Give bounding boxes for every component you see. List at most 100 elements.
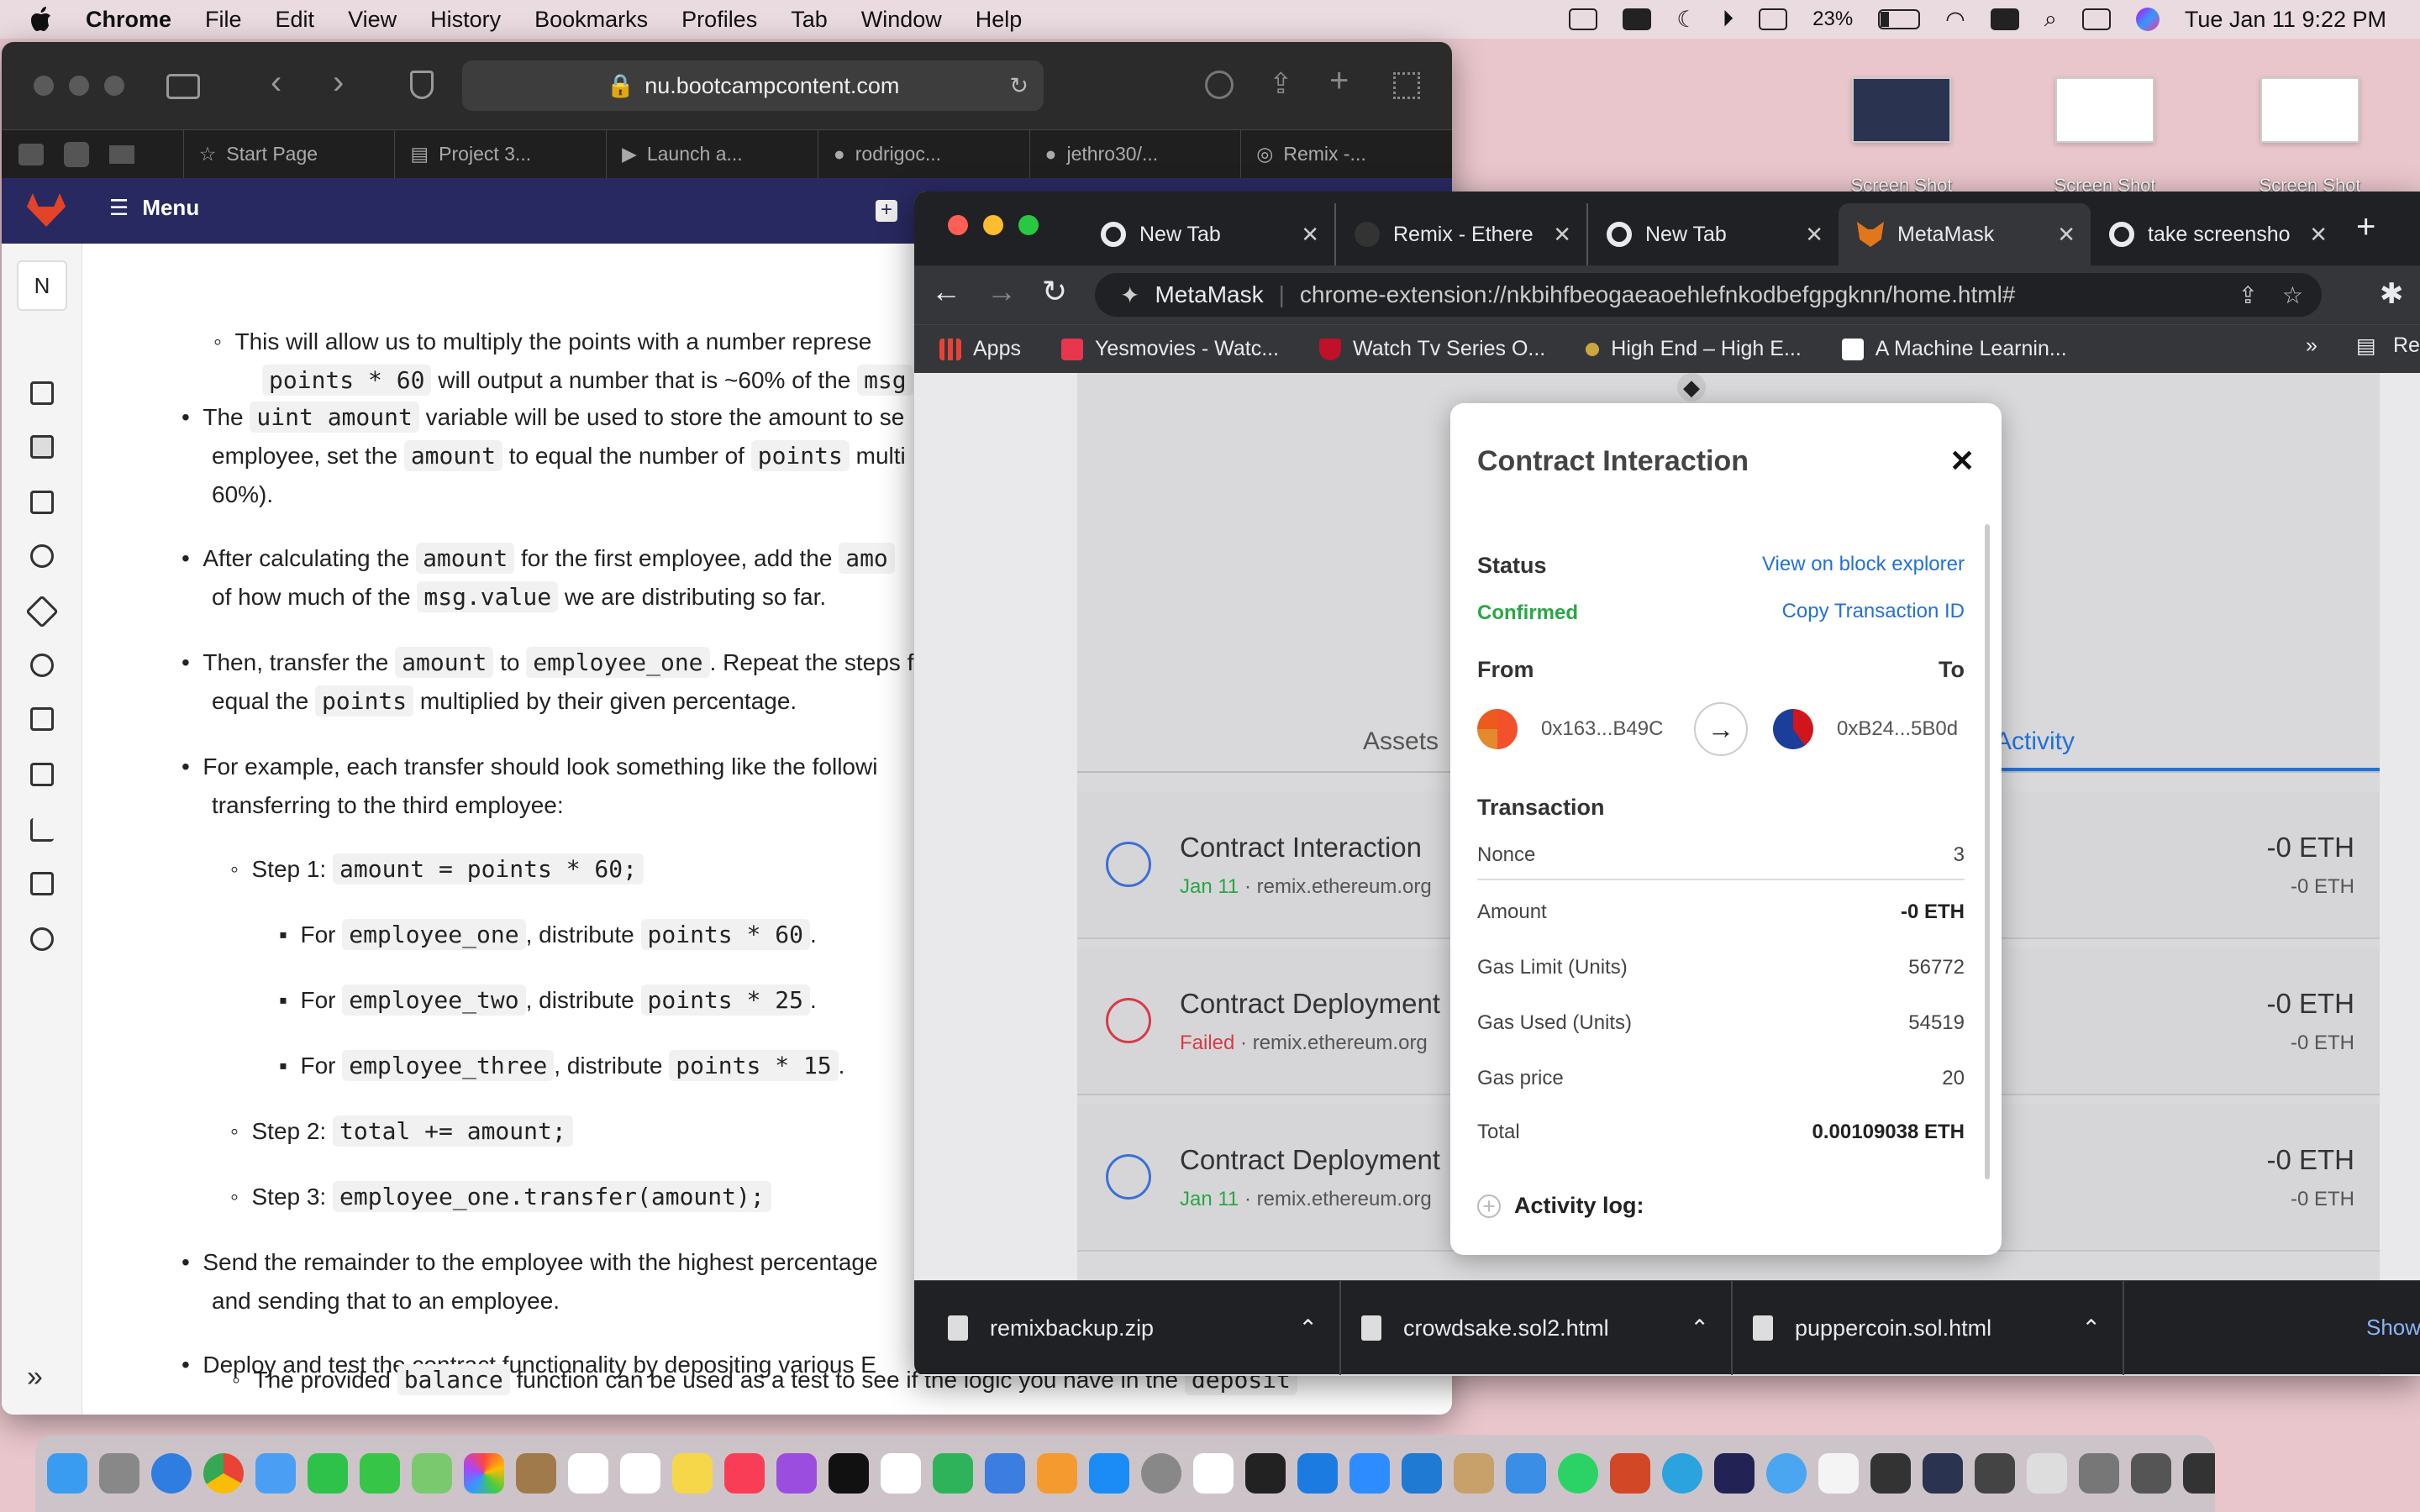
safari-tab[interactable]: ● rodrigoc...	[817, 129, 1029, 179]
whatsapp-icon[interactable]	[1558, 1453, 1598, 1494]
close-tab-icon[interactable]: ✕	[1805, 222, 1823, 248]
desktop-thumbnail[interactable]	[1852, 77, 1951, 143]
window-thumbnail[interactable]	[1870, 1453, 1911, 1494]
maps-icon[interactable]	[412, 1453, 452, 1494]
control-center-icon[interactable]	[2081, 8, 2111, 30]
pinned-tabs[interactable]	[2, 141, 183, 167]
repository-icon[interactable]	[30, 435, 54, 459]
menu-edit[interactable]: Edit	[276, 7, 315, 33]
news-icon[interactable]	[881, 1453, 921, 1494]
archive-icon[interactable]	[1454, 1453, 1494, 1494]
photos-icon[interactable]	[464, 1453, 504, 1494]
menu-app-name[interactable]: Chrome	[86, 7, 171, 33]
app-store-icon[interactable]	[1089, 1453, 1129, 1494]
menu-view[interactable]: View	[348, 7, 397, 33]
battery-icon[interactable]	[1878, 9, 1921, 29]
search-icon[interactable]: ⌕	[2044, 6, 2057, 33]
new-tab-icon[interactable]: +	[1329, 62, 1349, 100]
window-thumbnail[interactable]	[2027, 1453, 2067, 1494]
close-tab-icon[interactable]: ✕	[2309, 222, 2328, 248]
sidebar-toggle-icon[interactable]	[166, 74, 200, 99]
chrome-tab-active[interactable]: MetaMask ✕	[1839, 203, 2091, 265]
safari-icon[interactable]	[151, 1453, 192, 1494]
activity-log-toggle[interactable]: + Activity log:	[1477, 1193, 1644, 1219]
chrome-tab[interactable]: New Tab ✕	[1586, 203, 1839, 265]
window-thumbnail[interactable]	[2131, 1453, 2171, 1494]
reload-icon[interactable]: ↻	[1009, 73, 1028, 99]
safari-tab[interactable]: ▶ Launch a...	[606, 129, 818, 179]
tab-activity[interactable]: Activity	[1995, 727, 2075, 756]
bookmark-item[interactable]: Watch Tv Series O...	[1319, 337, 1545, 361]
close-icon[interactable]: ✕	[1949, 444, 1975, 479]
bookmark-apps[interactable]: Apps	[939, 337, 1021, 361]
project-avatar[interactable]: N	[17, 260, 67, 311]
desktop-thumbnail[interactable]	[2055, 77, 2154, 143]
minimize-window-button[interactable]	[983, 215, 1003, 235]
menu-bookmarks[interactable]: Bookmarks	[534, 7, 648, 33]
show-all-downloads[interactable]: Show	[2366, 1315, 2420, 1341]
shield-icon[interactable]	[410, 71, 434, 99]
menu-help[interactable]: Help	[976, 7, 1023, 33]
desktop-thumbnail[interactable]	[2260, 77, 2360, 143]
keynote-icon[interactable]	[985, 1453, 1025, 1494]
omnibox[interactable]: ✦ MetaMask | chrome-extension://nkbihfbe…	[1095, 273, 2322, 317]
new-tab-button[interactable]: +	[2356, 208, 2375, 246]
clock[interactable]: Tue Jan 11 9:22 PM	[2185, 7, 2386, 33]
window-thumbnail[interactable]	[1975, 1453, 2015, 1494]
reading-list-icon[interactable]: ▤	[2356, 333, 2376, 359]
bookmarks-overflow[interactable]: »	[2306, 333, 2317, 358]
deployments-icon[interactable]	[30, 654, 54, 677]
back-icon[interactable]: ‹	[271, 64, 281, 102]
moon-icon[interactable]: ☾	[1676, 7, 1697, 33]
tv-icon[interactable]	[829, 1453, 869, 1494]
chevron-up-icon[interactable]: ⌃	[1690, 1315, 1709, 1341]
bookmark-item[interactable]: High End – High E...	[1586, 337, 1802, 361]
chrome-tab[interactable]: New Tab ✕	[1082, 203, 1334, 265]
safari-tab[interactable]: ● jethro30/...	[1028, 129, 1241, 179]
input-icon[interactable]	[1759, 8, 1788, 30]
close-tab-icon[interactable]: ✕	[1553, 222, 1571, 248]
download-item[interactable]: remixbackup.zip ⌃	[948, 1281, 1341, 1375]
project-icon[interactable]	[30, 381, 54, 405]
share-icon[interactable]: ⇪	[2238, 281, 2258, 309]
monitor-icon[interactable]	[30, 707, 54, 731]
wifi-icon[interactable]: ◠	[1945, 7, 1965, 33]
menu-history[interactable]: History	[430, 7, 501, 33]
issues-icon[interactable]	[30, 491, 54, 514]
wiki-icon[interactable]	[30, 872, 54, 895]
analytics-icon[interactable]	[30, 818, 54, 842]
notes-icon[interactable]	[672, 1453, 713, 1494]
window-controls[interactable]	[34, 76, 124, 96]
packages-icon[interactable]	[30, 763, 54, 786]
keyboard-icon[interactable]	[1990, 8, 2019, 30]
gitlab-logo-icon[interactable]	[27, 193, 66, 227]
messages-icon[interactable]	[360, 1453, 400, 1494]
expand-sidebar-icon[interactable]: »	[27, 1361, 43, 1394]
siri-icon[interactable]	[2135, 8, 2160, 31]
calendar-icon[interactable]	[568, 1453, 608, 1494]
ganache-icon[interactable]	[1506, 1453, 1546, 1494]
reminders-icon[interactable]	[620, 1453, 660, 1494]
slack-icon[interactable]	[1193, 1453, 1234, 1494]
powerpoint-icon[interactable]	[1610, 1453, 1650, 1494]
window-controls[interactable]	[948, 215, 1039, 235]
document-icon[interactable]	[1818, 1453, 1859, 1494]
forward-icon[interactable]: →	[986, 274, 1017, 309]
screen-share-icon[interactable]	[1569, 8, 1598, 30]
numbers-icon[interactable]	[933, 1453, 973, 1494]
play-icon[interactable]: ⏵	[1723, 6, 1734, 33]
forward-icon[interactable]: ›	[333, 64, 344, 102]
bookmark-item[interactable]: Yesmovies - Watc...	[1060, 337, 1279, 361]
download-item[interactable]: crowdsake.sol2.html ⌃	[1341, 1281, 1733, 1375]
menu-window[interactable]: Window	[861, 7, 942, 33]
bookmark-star-icon[interactable]: ☆	[2282, 281, 2303, 309]
video-app-icon[interactable]	[1714, 1453, 1754, 1494]
window-thumbnail[interactable]	[2183, 1453, 2215, 1494]
cicd-icon[interactable]	[25, 595, 59, 628]
telegram-icon[interactable]	[1662, 1453, 1702, 1494]
close-tab-icon[interactable]: ✕	[2057, 222, 2075, 248]
close-tab-icon[interactable]: ✕	[1301, 222, 1319, 248]
vscode-icon[interactable]	[1402, 1453, 1442, 1494]
pages-icon[interactable]	[1037, 1453, 1077, 1494]
bookmark-item[interactable]: A Machine Learnin...	[1841, 337, 2067, 361]
